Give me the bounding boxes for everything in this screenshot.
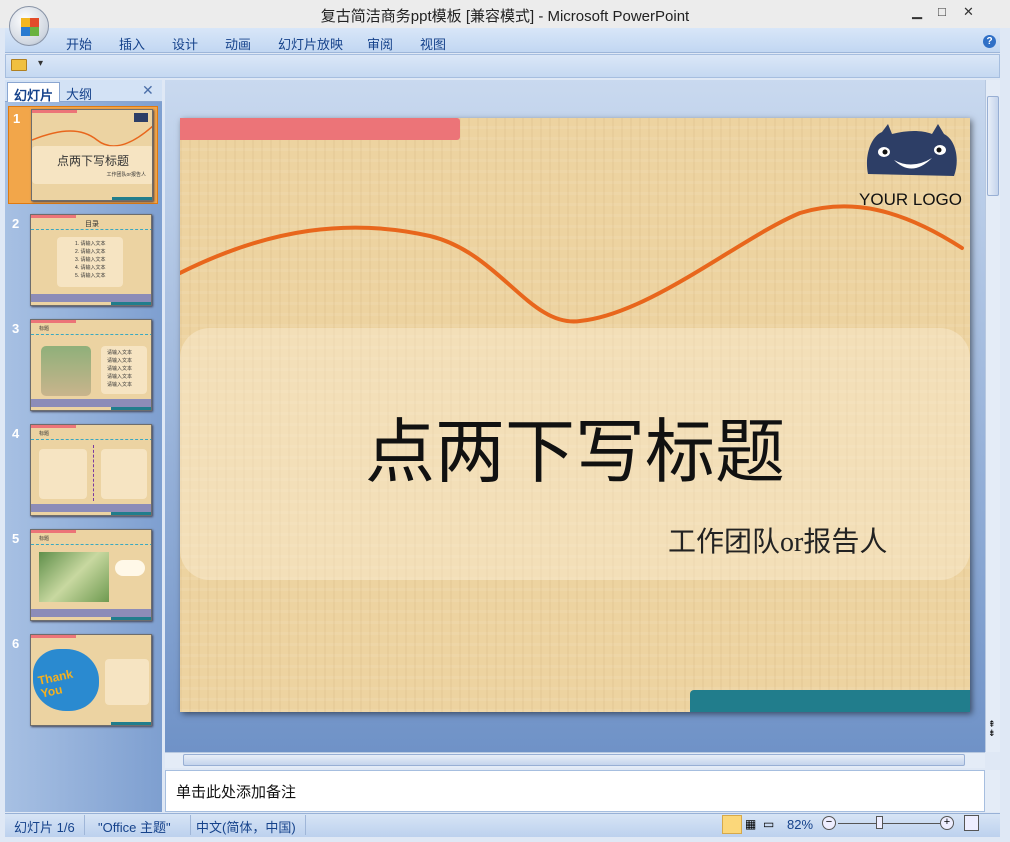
office-button[interactable]	[9, 6, 49, 46]
zoom-slider[interactable]	[838, 823, 940, 824]
notes-pane[interactable]: 单击此处添加备注	[165, 770, 985, 812]
language-indicator[interactable]: 中文(简体，中国)	[196, 817, 296, 836]
ribbon-tabs	[5, 28, 1000, 53]
slide-number: 2	[12, 216, 20, 231]
maximize-button[interactable]: □	[938, 4, 946, 19]
folder-open-icon[interactable]	[11, 59, 27, 71]
tab-review[interactable]: 审阅	[367, 34, 393, 53]
slide-counter: 幻灯片 1/6	[14, 820, 75, 835]
thumb-title: 点两下写标题	[56, 154, 129, 168]
thumb-title: 标题	[39, 326, 50, 332]
thumb-item: 请输入文本	[107, 350, 133, 356]
vertical-scrollbar[interactable]: ⇞ ⇟	[985, 80, 1000, 752]
slide-thumbnail-5[interactable]: 5 标题	[8, 527, 158, 625]
thumb-item: 1. 请输入文本	[75, 241, 106, 247]
notes-placeholder[interactable]: 单击此处添加备注	[176, 781, 296, 802]
thumb-item: 5. 请输入文本	[75, 273, 106, 279]
theme-name[interactable]: "Office 主题"	[98, 817, 171, 836]
slide-sorter-icon[interactable]: ▦	[745, 817, 756, 831]
thumb-title: 目录	[85, 221, 99, 228]
thumb-item: 请输入文本	[107, 366, 133, 372]
totoro-logo-icon	[866, 124, 957, 176]
fit-to-window-icon[interactable]	[964, 815, 979, 831]
logo-text: YOUR LOGO	[859, 190, 962, 209]
thumb-item: 请输入文本	[107, 358, 133, 364]
zoom-slider-thumb[interactable]	[875, 816, 883, 829]
tab-animation[interactable]: 动画	[225, 34, 251, 53]
window-title: 复古简洁商务ppt模板 [兼容模式] - Microsoft PowerPoin…	[320, 8, 690, 25]
tab-home[interactable]: 开始	[66, 34, 92, 53]
thumb-title: 标题	[39, 536, 50, 542]
thumb-item: 4. 请输入文本	[75, 265, 106, 271]
prev-next-slide-buttons[interactable]: ⇞ ⇟	[988, 720, 996, 738]
slide-number: 5	[12, 531, 20, 546]
slide-subtitle[interactable]: 工作团队or报告人	[668, 520, 887, 560]
close-button[interactable]: ✕	[963, 4, 974, 20]
slide-number: 1	[13, 111, 21, 126]
tab-design[interactable]: 设计	[172, 34, 198, 53]
office-logo-icon	[21, 18, 39, 36]
wave-curve	[180, 204, 964, 324]
thumb-item: 请输入文本	[107, 382, 133, 388]
scroll-thumb[interactable]	[183, 754, 965, 766]
slide-number: 4	[12, 426, 20, 441]
minimize-button[interactable]: ▁	[912, 4, 922, 20]
slide-number: 6	[12, 636, 20, 651]
slide-thumbnail-6[interactable]: 6 Thank You	[8, 632, 158, 730]
tab-slides[interactable]: 幻灯片	[7, 82, 61, 103]
thumb-title: 标题	[39, 431, 50, 437]
horizontal-scrollbar[interactable]	[165, 752, 985, 768]
tab-slideshow[interactable]: 幻灯片放映	[278, 34, 343, 53]
slide-thumbnail-2[interactable]: 2 目录 1. 请输入文本 2. 请输入文本 3. 请输入文本 4. 请输入文本…	[8, 212, 158, 310]
zoom-out-icon[interactable]: −	[822, 816, 836, 830]
teal-accent-bar	[690, 690, 970, 712]
scroll-thumb[interactable]	[987, 96, 999, 196]
thumb-item: 2. 请输入文本	[75, 249, 106, 255]
thumb-subtitle: 工作团队or报告人	[106, 172, 146, 178]
help-icon[interactable]: ?	[983, 35, 996, 48]
thumb-item: 请输入文本	[107, 374, 133, 380]
slideshow-view-icon[interactable]: ▭	[763, 817, 774, 831]
zoom-level[interactable]: 82%	[787, 817, 813, 832]
thumb-item: 3. 请输入文本	[75, 257, 106, 263]
normal-view-icon[interactable]	[722, 815, 742, 834]
slide-thumbnail-1[interactable]: 1 点两下写标题 工作团队or报告人	[8, 106, 158, 204]
zoom-in-icon[interactable]: +	[940, 816, 954, 830]
slide-thumbnail-4[interactable]: 4 标题	[8, 422, 158, 520]
tab-view[interactable]: 视图	[420, 34, 446, 53]
slide-number: 3	[12, 321, 20, 336]
qat-dropdown[interactable]: ▾	[38, 58, 43, 69]
notes-scrollbar[interactable]	[985, 770, 1000, 812]
tab-outline[interactable]: 大纲	[60, 82, 98, 102]
panel-close-icon[interactable]: ✕	[142, 82, 154, 99]
tab-insert[interactable]: 插入	[119, 34, 145, 53]
slide-thumbnail-3[interactable]: 3 标题 请输入文本 请输入文本 请输入文本 请输入文本 请输入文本	[8, 317, 158, 415]
current-slide[interactable]: 点两下写标题 工作团队or报告人 YOUR LOGO	[180, 118, 970, 712]
quick-access-toolbar	[5, 54, 1000, 78]
slide-title[interactable]: 点两下写标题	[180, 396, 970, 497]
